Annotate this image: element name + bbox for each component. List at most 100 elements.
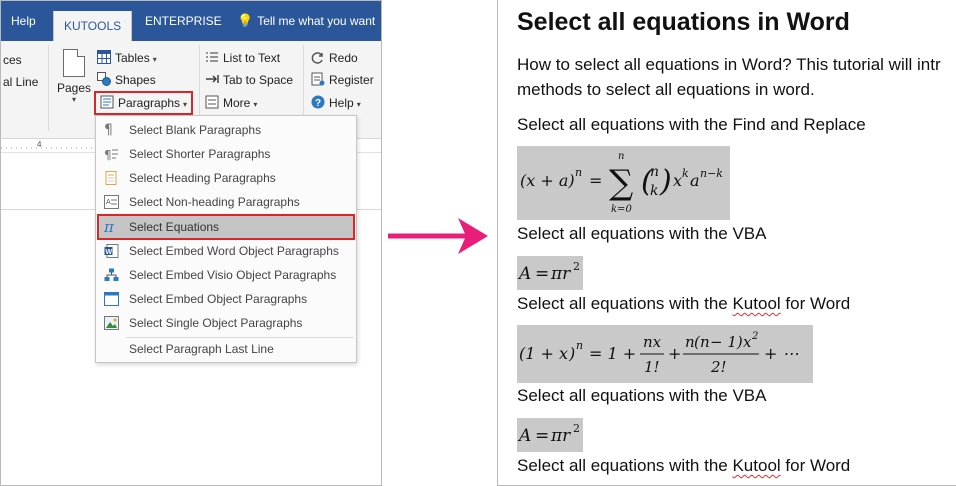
menu-item-select-equations[interactable]: π Select Equations <box>97 214 355 240</box>
svg-text:= 1 +: = 1 + <box>589 344 636 363</box>
help-icon: ? <box>311 95 325 109</box>
svg-text:− 1): − 1) <box>710 333 743 351</box>
equation-circle-area[interactable]: A = πr 2 <box>517 256 583 290</box>
redo-button[interactable]: Redo <box>311 49 358 67</box>
document-page: Select all equations in Word How to sele… <box>497 0 956 486</box>
tab-to-space-button[interactable]: Tab to Space <box>205 71 293 89</box>
tables-label: Tables <box>115 51 150 65</box>
svg-text:x: x <box>673 171 682 190</box>
equation-binomial-series[interactable]: (1 + x ) n = 1 + nx 1! + n ( n − 1) x 2 … <box>517 325 813 383</box>
menu-item-label: Select Heading Paragraphs <box>129 171 276 185</box>
menu-item-select-paragraph-last-line[interactable]: Select Paragraph Last Line <box>98 337 354 361</box>
pilcrow-icon: ¶ <box>104 122 113 138</box>
ribbon-separator <box>48 45 49 131</box>
menu-item-label: Select Blank Paragraphs <box>129 123 262 137</box>
svg-text:πr: πr <box>550 426 571 446</box>
menu-item-select-embed-word-object-paragraphs[interactable]: W Select Embed Word Object Paragraphs <box>98 239 354 263</box>
paragraph-kutool-2: Select all equations with the Kutool for… <box>517 454 850 478</box>
svg-text:k: k <box>650 183 658 199</box>
spellcheck-word: Kutool <box>732 456 781 475</box>
equation-binomial-render: (x + a) n = ∑ n k=0 ( n k ) x k a n−k <box>520 151 723 215</box>
menu-item-select-embed-visio-object-paragraphs[interactable]: Select Embed Visio Object Paragraphs <box>98 263 354 287</box>
ruler-mark: 4 <box>37 140 42 149</box>
menu-item-select-blank-paragraphs[interactable]: ¶ Select Blank Paragraphs <box>98 118 354 142</box>
svg-text:+: + <box>668 344 681 363</box>
svg-text:1!: 1! <box>644 358 660 376</box>
menu-item-label: Select Single Object Paragraphs <box>129 316 303 330</box>
register-label: Register <box>329 73 374 87</box>
svg-text:+ ⋯: + ⋯ <box>764 344 799 363</box>
list-to-text-button[interactable]: List to Text <box>205 49 280 67</box>
svg-text:¶: ¶ <box>104 148 112 161</box>
equation-binomial[interactable]: (x + a) n = ∑ n k=0 ( n k ) x k a n−k <box>517 146 730 220</box>
register-button[interactable]: Register <box>311 71 374 89</box>
svg-text:A: A <box>517 264 531 284</box>
menu-item-select-heading-paragraphs[interactable]: Select Heading Paragraphs <box>98 166 354 190</box>
svg-text:x: x <box>559 344 568 363</box>
visio-object-icon <box>104 268 119 281</box>
svg-text:n: n <box>650 164 659 180</box>
svg-text:2!: 2! <box>710 358 727 376</box>
help-label: Help <box>329 96 354 110</box>
tab-enterprise[interactable]: ENTERPRISE <box>135 1 232 41</box>
intro-line-1: How to select all equations in Word? Thi… <box>517 55 941 74</box>
pages-label: Pages <box>57 81 92 95</box>
svg-text:): ) <box>659 164 672 199</box>
equation-circle-area-2[interactable]: A = πr 2 <box>517 418 583 452</box>
page-title: Select all equations in Word <box>517 8 850 36</box>
equation-circle-area-render: A = πr 2 <box>517 260 580 284</box>
lightbulb-icon: 💡 <box>237 13 254 28</box>
chevron-down-icon: ▾ <box>183 100 188 109</box>
svg-text:n: n <box>700 333 710 351</box>
more-icon <box>205 95 219 109</box>
ribbon-item-al-line[interactable]: al Line <box>3 73 38 91</box>
chevron-down-icon: ▾ <box>356 100 361 109</box>
help-button[interactable]: ? Help ▾ <box>311 94 361 112</box>
menu-item-label: Select Equations <box>129 220 220 234</box>
tell-me-search[interactable]: 💡 Tell me what you want <box>227 1 381 41</box>
heading-page-icon <box>105 171 117 185</box>
menu-item-select-shorter-paragraphs[interactable]: ¶ Select Shorter Paragraphs <box>98 142 354 166</box>
paragraph-kutool-prefix: Select all equations with the <box>517 456 733 475</box>
tell-me-text: Tell me what you want <box>257 14 376 28</box>
tab-kutools[interactable]: KUTOOLS <box>53 11 133 41</box>
paragraphs-icon <box>100 95 114 109</box>
ribbon-tab-bar: Help KUTOOLS ENTERPRISE 💡 Tell me what yo… <box>1 1 381 41</box>
shapes-button[interactable]: Shapes <box>97 71 156 89</box>
spellcheck-word: Kutool <box>732 294 781 313</box>
svg-text:n: n <box>575 166 582 179</box>
equation-binomial-series-render: (1 + x ) n = 1 + nx 1! + n ( n − 1) x 2 … <box>519 331 799 376</box>
paragraph-kutool-1: Select all equations with the Kutool for… <box>517 292 850 316</box>
equation-circle-area-2-render: A = πr 2 <box>517 422 580 446</box>
register-icon <box>311 72 325 86</box>
menu-item-select-embed-object-paragraphs[interactable]: Select Embed Object Paragraphs <box>98 287 354 311</box>
svg-text:2: 2 <box>573 260 580 273</box>
chevron-down-icon: ▾ <box>152 55 157 64</box>
non-heading-icon: A <box>104 195 119 209</box>
paragraphs-dropdown-menu: ¶ Select Blank Paragraphs ¶ Select Short… <box>95 115 357 363</box>
object-frame-icon <box>104 292 119 306</box>
menu-item-label: Select Paragraph Last Line <box>129 342 274 356</box>
menu-item-select-single-object-paragraphs[interactable]: Select Single Object Paragraphs <box>98 311 354 335</box>
more-button[interactable]: More ▾ <box>205 94 257 112</box>
pages-button[interactable]: Pages ▾ <box>57 49 91 104</box>
paragraph-find-replace: Select all equations with the Find and R… <box>517 115 866 134</box>
ribbon-item-ces[interactable]: ces <box>3 51 22 69</box>
menu-item-label: Select Shorter Paragraphs <box>129 147 271 161</box>
short-paragraph-icon: ¶ <box>104 148 118 161</box>
paragraph-kutool-suffix: for Word <box>780 456 851 475</box>
paragraphs-button[interactable]: Paragraphs ▾ <box>93 91 194 115</box>
svg-text:n: n <box>576 339 583 352</box>
svg-text:πr: πr <box>550 264 571 284</box>
svg-text:k=0: k=0 <box>611 204 632 215</box>
image-object-icon <box>104 316 119 330</box>
tab-help[interactable]: Help <box>1 1 46 41</box>
shapes-label: Shapes <box>115 73 156 87</box>
menu-item-select-non-heading-paragraphs[interactable]: A Select Non-heading Paragraphs <box>98 190 354 214</box>
chevron-down-icon: ▾ <box>253 100 258 109</box>
svg-text:x: x <box>743 333 752 351</box>
page-icon <box>63 49 85 77</box>
svg-text:=: = <box>589 171 602 190</box>
word-object-icon: W <box>104 244 119 258</box>
tables-button[interactable]: Tables ▾ <box>97 49 157 67</box>
